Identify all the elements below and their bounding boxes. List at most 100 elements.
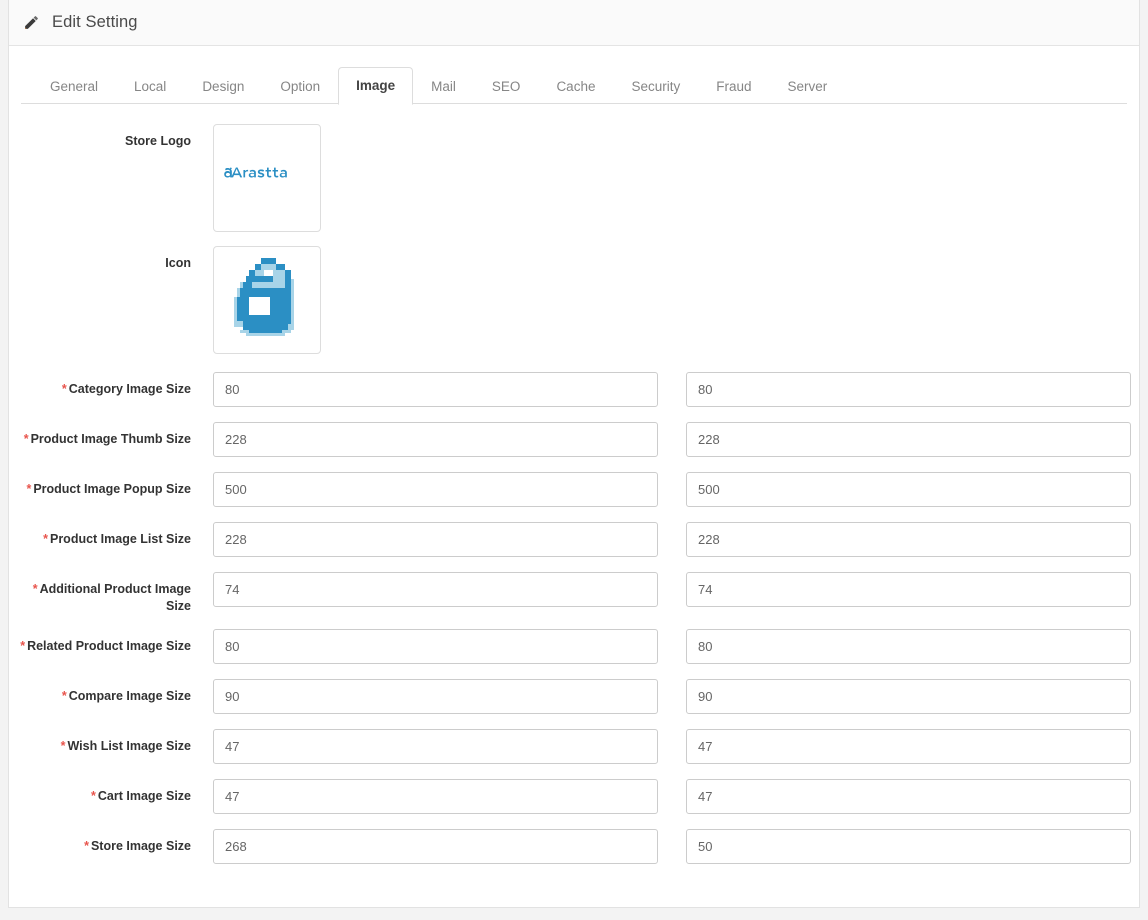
product-image-thumb-size-height-cell [686,422,1131,457]
required-marker: * [60,739,66,753]
product-image-popup-size-fields [191,472,1139,507]
form-row-category-image-size: * Category Image Size [9,372,1139,407]
compare-image-size-width-input[interactable] [213,679,658,714]
wish-list-image-size-label-text: Wish List Image Size [67,739,191,753]
store-image-size-height-input[interactable] [686,829,1131,864]
form-row-compare-image-size: * Compare Image Size [9,679,1139,714]
tab-option[interactable]: Option [262,68,338,105]
arastta-logo-image [224,167,287,178]
related-product-image-size-height-cell [686,629,1131,664]
icon-thumbnail[interactable] [213,246,321,354]
product-image-popup-size-label-text: Product Image Popup Size [33,482,191,496]
additional-product-image-size-height-cell [686,572,1131,607]
form-row-product-image-list-size: * Product Image List Size [9,522,1139,557]
product-image-popup-size-label: * Product Image Popup Size [9,472,191,498]
cart-image-size-fields [191,779,1139,814]
related-product-image-size-label: * Related Product Image Size [9,629,191,655]
image-settings-form: Store Logo Icon * Category Image Size 80… [9,104,1139,864]
form-row-wish-list-image-size: * Wish List Image Size [9,729,1139,764]
form-row-additional-product-image-size: * Additional Product Image Size [9,572,1139,614]
wish-list-image-size-height-input[interactable] [686,729,1131,764]
required-marker: * [61,689,67,703]
category-image-size-label: * Category Image Size [9,372,191,398]
related-product-image-size-height-input[interactable] [686,629,1131,664]
tab-image[interactable]: Image [338,67,414,105]
form-row-product-image-popup-size: * Product Image Popup Size [9,472,1139,507]
required-marker: * [43,532,48,546]
cart-image-size-label-text: Cart Image Size [97,789,191,803]
required-marker: * [91,789,96,803]
product-image-thumb-size-width-input[interactable] [213,422,658,457]
compare-image-size-label-text: Compare Image Size [68,689,191,703]
category-image-size-width-cell [213,372,658,407]
wish-list-image-size-width-cell [213,729,658,764]
product-image-popup-size-width-input[interactable] [213,472,658,507]
product-image-list-size-label-text: Product Image List Size [49,532,191,546]
additional-product-image-size-width-cell [213,572,658,607]
store-image-size-width-input[interactable] [213,829,658,864]
additional-product-image-size-height-input[interactable] [686,572,1131,607]
tab-security[interactable]: Security [613,68,698,105]
tab-server[interactable]: Server [770,68,846,105]
form-row-store-logo: Store Logo [9,124,1139,232]
product-image-popup-size-height-input[interactable] [686,472,1131,507]
wish-list-image-size-fields [191,729,1139,764]
category-image-size-label-text: Category Image Size [68,382,191,396]
product-image-thumb-size-label: * Product Image Thumb Size [9,422,191,448]
additional-product-image-size-fields [191,572,1139,607]
form-row-related-product-image-size: * Related Product Image Size [9,629,1139,664]
wish-list-image-size-height-cell [686,729,1131,764]
tab-mail[interactable]: Mail [413,68,474,105]
required-marker: * [32,582,38,596]
tab-general[interactable]: General [32,68,116,105]
edit-setting-panel: Edit Setting General Local Design Option Ima… [8,0,1140,908]
product-image-thumb-size-label-text: Product Image Thumb Size [30,432,191,446]
store-logo-label: Store Logo [125,134,191,148]
cart-image-size-label: * Cart Image Size [9,779,191,805]
arastta-favicon-image [234,258,294,336]
product-image-list-size-height-input[interactable] [686,522,1131,557]
compare-image-size-height-cell [686,679,1131,714]
size-field-rows: *Category Image Size*Product Image Thumb… [9,372,1139,864]
product-image-popup-size-height-cell [686,472,1131,507]
wish-list-image-size-label: * Wish List Image Size [9,729,191,755]
cart-image-size-height-input[interactable] [686,779,1131,814]
related-product-image-size-label-text: Related Product Image Size [27,639,191,653]
tab-cache[interactable]: Cache [538,68,613,105]
tab-list: General Local Design Option Image Mail SEO Cach… [21,55,1127,105]
tab-fraud[interactable]: Fraud [698,68,769,105]
additional-product-image-size-label: * Additional Product Image Size [9,572,191,614]
pencil-icon [25,16,38,29]
product-image-list-size-height-cell [686,522,1131,557]
product-image-list-size-width-input[interactable] [213,522,658,557]
product-image-list-size-fields [191,522,1139,557]
form-row-product-image-thumb-size: * Product Image Thumb Size [9,422,1139,457]
compare-image-size-height-input[interactable] [686,679,1131,714]
compare-image-size-width-cell [213,679,658,714]
product-image-popup-size-width-cell [213,472,658,507]
tab-design[interactable]: Design [184,68,262,105]
store-image-size-label-text: Store Image Size [90,839,191,853]
store-image-size-fields [191,829,1139,864]
tab-seo[interactable]: SEO [474,68,539,105]
cart-image-size-width-input[interactable] [213,779,658,814]
related-product-image-size-width-input[interactable] [213,629,658,664]
form-row-cart-image-size: * Cart Image Size [9,779,1139,814]
category-image-size-height-cell [686,372,1131,407]
product-image-thumb-size-height-input[interactable] [686,422,1131,457]
category-image-size-width-input[interactable] [213,372,658,407]
cart-image-size-width-cell [213,779,658,814]
additional-product-image-size-label-text: Additional Product Image Size [39,582,191,613]
required-marker: * [61,382,67,396]
additional-product-image-size-width-input[interactable] [213,572,658,607]
required-marker: * [84,839,89,853]
tab-local[interactable]: Local [116,68,184,105]
required-marker: * [26,482,32,496]
tab-bar: General Local Design Option Image Mail SEO Cach… [21,55,1127,105]
compare-image-size-label: * Compare Image Size [9,679,191,705]
cart-image-size-height-cell [686,779,1131,814]
category-image-size-fields [191,372,1139,407]
category-image-size-height-input[interactable] [686,372,1131,407]
wish-list-image-size-width-input[interactable] [213,729,658,764]
store-logo-thumbnail[interactable] [213,124,321,232]
